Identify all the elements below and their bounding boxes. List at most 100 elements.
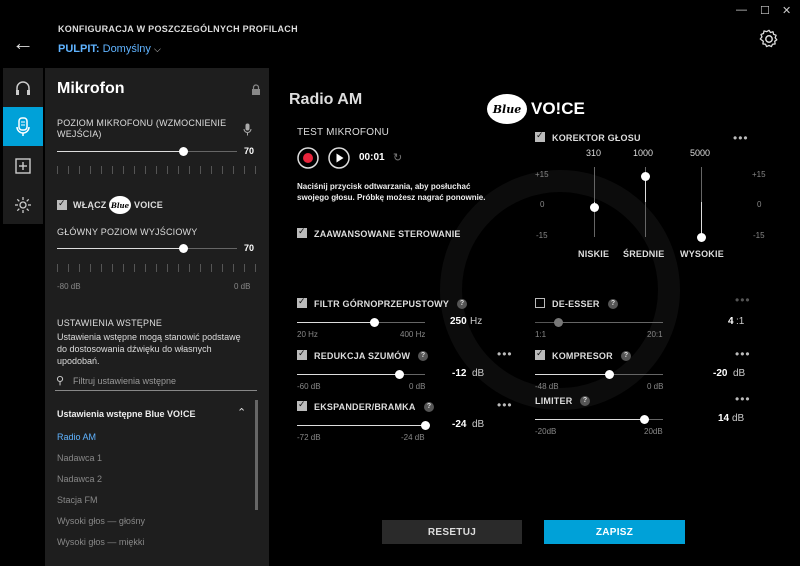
help-icon[interactable]: ?	[418, 351, 428, 361]
eq-mid-slider[interactable]	[641, 167, 650, 237]
hpf-checkbox[interactable]	[297, 296, 307, 308]
save-button[interactable]: ZAPISZ	[544, 520, 685, 544]
lock-icon[interactable]	[251, 84, 261, 96]
rail-add[interactable]	[3, 146, 43, 185]
help-icon[interactable]: ?	[457, 299, 467, 309]
mic-level-label: POZIOM MIKROFONU (WZMOCNIENIE WEJŚCIA)	[57, 118, 227, 139]
eq-band-low: NISKIE	[578, 249, 610, 259]
search-input[interactable]: Filtruj ustawienia wstępne	[73, 376, 176, 386]
noise-reduction-fill	[297, 374, 399, 375]
preset-group-label[interactable]: Ustawienia wstępne Blue VO!CE	[57, 409, 196, 419]
presets-heading: USTAWIENIA WSTĘPNE	[57, 318, 163, 328]
noise-reduction-more-icon[interactable]: •••	[497, 347, 513, 361]
blue-brand-logo: Blue	[487, 94, 527, 124]
minimize-button[interactable]: —	[736, 4, 747, 16]
preset-item[interactable]: Radio AM	[57, 432, 96, 442]
eq-scale-bottom-right: -15	[753, 231, 765, 240]
headphones-icon	[16, 80, 30, 95]
preset-item[interactable]: Wysoki głos — głośny	[57, 516, 145, 526]
presets-description: Ustawienia wstępne mogą stanowić podstaw…	[57, 332, 241, 366]
eq-more-icon[interactable]: •••	[733, 131, 749, 145]
rail-headphones[interactable]	[3, 68, 43, 107]
compressor-min: -48 dB	[535, 382, 559, 391]
eq-scale-top-left: +15	[535, 170, 549, 179]
compressor-unit: dB	[733, 368, 746, 379]
rail-lighting[interactable]	[3, 185, 43, 224]
deesser-max: 20:1	[647, 330, 663, 339]
back-arrow-icon[interactable]: ←	[12, 30, 34, 56]
deesser-knob[interactable]	[554, 318, 563, 327]
mic-level-slider[interactable]	[57, 147, 237, 156]
compressor-knob[interactable]	[605, 370, 614, 379]
expander-fill	[297, 425, 425, 426]
record-button[interactable]	[297, 147, 319, 169]
expander-knob[interactable]	[421, 421, 430, 430]
limiter-slider[interactable]	[535, 415, 663, 424]
expander-checkbox[interactable]	[297, 399, 307, 411]
output-level-slider[interactable]	[57, 244, 237, 253]
deesser-unit: :1	[736, 316, 745, 327]
deesser-slider[interactable]	[535, 318, 663, 327]
expander-more-icon[interactable]: •••	[497, 398, 513, 412]
advanced-checkbox[interactable]	[297, 226, 307, 238]
help-icon[interactable]: ?	[424, 402, 434, 412]
repeat-icon[interactable]: ↻	[393, 151, 402, 164]
eq-low-knob[interactable]	[590, 203, 599, 212]
eq-high-knob[interactable]	[697, 233, 706, 242]
noise-reduction-checkbox[interactable]	[297, 348, 307, 360]
chevron-up-icon[interactable]: ⌃	[237, 406, 246, 419]
eq-scale-bottom-left: -15	[536, 231, 548, 240]
hpf-slider[interactable]	[297, 318, 425, 327]
close-button[interactable]: ✕	[782, 4, 791, 17]
page-title: KONFIGURACJA W POSZCZEGÓLNYCH PROFILACH	[58, 24, 298, 34]
play-button[interactable]	[328, 147, 350, 169]
noise-reduction-knob[interactable]	[395, 370, 404, 379]
expander-slider[interactable]	[297, 421, 430, 430]
compressor-fill	[535, 374, 609, 375]
profile-selector[interactable]: PULPIT: Domyślny ⌵	[58, 43, 161, 55]
eq-band-mid: ŚREDNIE	[623, 249, 665, 259]
expander-label: EKSPANDER/BRAMKA	[314, 402, 416, 412]
rail-microphone[interactable]	[3, 107, 43, 146]
eq-scale-mid-right: 0	[757, 200, 762, 209]
limiter-more-icon[interactable]: •••	[735, 392, 751, 406]
noise-reduction-label: REDUKCJA SZUMÓW	[314, 351, 411, 361]
preset-item[interactable]: Nadawca 2	[57, 474, 102, 484]
noise-reduction-max: 0 dB	[409, 382, 426, 391]
eq-mid-knob[interactable]	[641, 172, 650, 181]
expander-min: -72 dB	[297, 433, 321, 442]
deesser-more-icon[interactable]: •••	[735, 293, 751, 307]
gear-icon[interactable]	[758, 28, 780, 50]
eq-checkbox[interactable]	[535, 130, 545, 142]
output-level-label: GŁÓWNY POZIOM WYJŚCIOWY	[57, 227, 198, 237]
mic-level-knob[interactable]	[179, 147, 188, 156]
compressor-slider[interactable]	[535, 370, 663, 379]
hpf-min: 20 Hz	[297, 330, 318, 339]
mic-small-icon	[243, 123, 252, 136]
maximize-button[interactable]: ☐	[760, 4, 770, 17]
output-level-knob[interactable]	[179, 244, 188, 253]
sun-icon	[15, 196, 31, 213]
compressor-more-icon[interactable]: •••	[735, 347, 751, 361]
output-level-fill	[57, 248, 183, 249]
preset-item[interactable]: Stacja FM	[57, 495, 98, 505]
preset-item[interactable]: Nadawca 1	[57, 453, 102, 463]
deesser-checkbox[interactable]	[535, 298, 545, 308]
preset-item[interactable]: Wysoki głos — miękki	[57, 537, 144, 547]
eq-high-slider[interactable]	[697, 167, 706, 242]
noise-reduction-slider[interactable]	[297, 370, 425, 379]
limiter-knob[interactable]	[640, 415, 649, 424]
help-icon[interactable]: ?	[621, 351, 631, 361]
help-icon[interactable]: ?	[580, 396, 590, 406]
help-icon[interactable]: ?	[608, 299, 618, 309]
reset-button[interactable]: RESETUJ	[382, 520, 522, 544]
limiter-unit: dB	[732, 413, 745, 424]
compressor-checkbox[interactable]	[535, 348, 545, 360]
microphone-icon	[16, 116, 30, 136]
hpf-knob[interactable]	[370, 318, 379, 327]
eq-low-slider[interactable]	[590, 167, 599, 237]
enable-voice-checkbox[interactable]	[57, 198, 67, 210]
voice-brand-text: VO!CE	[531, 99, 585, 118]
compressor-value: -20	[713, 368, 728, 379]
preset-scrollbar[interactable]	[255, 400, 258, 510]
